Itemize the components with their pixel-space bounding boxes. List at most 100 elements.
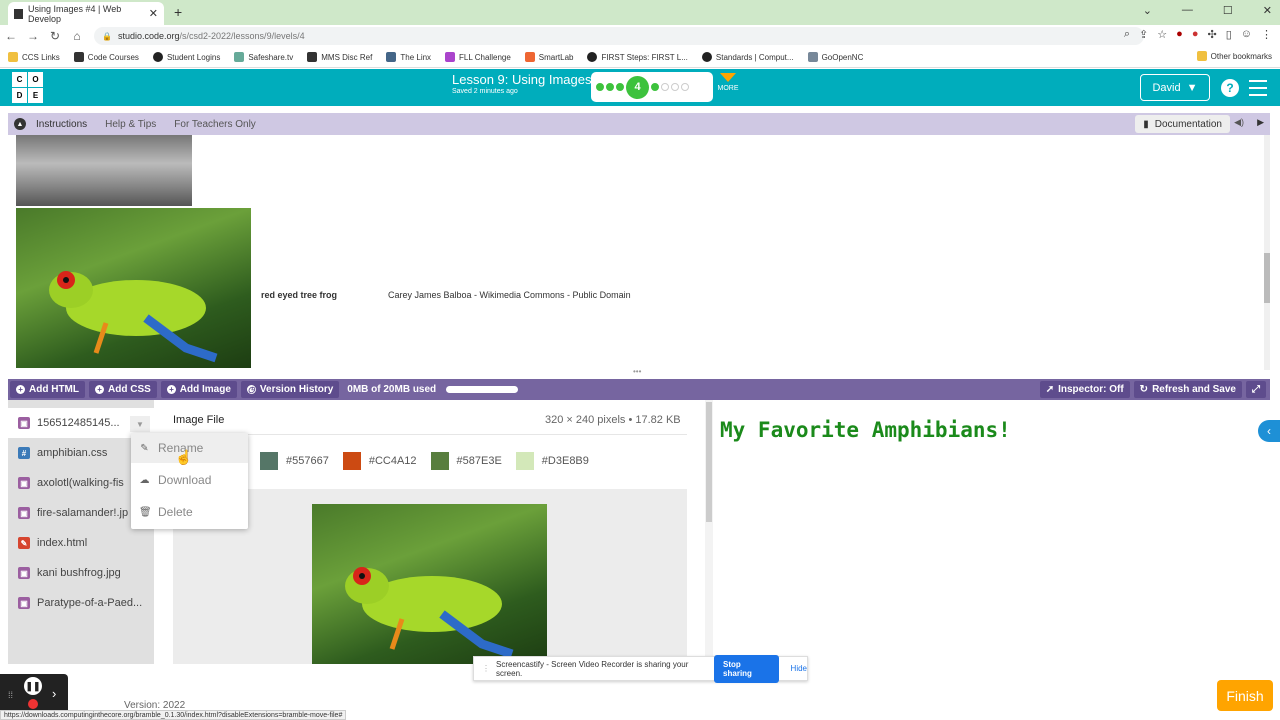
file-item[interactable]: ▣ kani bushfrog.jpg bbox=[8, 558, 154, 588]
site-icon bbox=[386, 52, 397, 62]
plus-icon: + bbox=[166, 385, 176, 394]
url-field[interactable]: 🔒 studio.code.org /s/csd2-2022/lessons/9… bbox=[94, 27, 1144, 45]
user-menu-button[interactable]: David ▼ bbox=[1140, 74, 1210, 101]
delete-menu-item[interactable]: 🗑 Delete bbox=[131, 497, 248, 527]
bookmark-item[interactable]: GoOpenNC bbox=[807, 52, 863, 62]
ublock-icon[interactable]: ● bbox=[1176, 28, 1183, 41]
file-item[interactable]: ▣ Paratype-of-a-Paed... bbox=[8, 588, 154, 618]
documentation-button[interactable]: ▮ Documentation bbox=[1135, 115, 1230, 133]
puzzle-icon[interactable]: ✣ bbox=[1207, 28, 1216, 41]
play-icon[interactable]: ▶ bbox=[1257, 117, 1264, 128]
hide-button[interactable]: Hide bbox=[791, 664, 807, 673]
browser-tab[interactable]: Using Images #4 | Web Develop ✕ bbox=[8, 2, 164, 25]
new-tab-icon[interactable]: + bbox=[174, 4, 182, 20]
add-html-button[interactable]: + Add HTML bbox=[10, 381, 85, 398]
bookmark-item[interactable]: FIRST Steps: FIRST L... bbox=[587, 52, 688, 62]
tab-for-teachers[interactable]: For Teachers Only bbox=[174, 119, 256, 130]
bookmark-item[interactable]: Safeshare.tv bbox=[234, 52, 293, 62]
bookmark-item[interactable]: MMS Disc Ref bbox=[307, 52, 372, 62]
color-swatch[interactable]: #D3E8B9 bbox=[515, 452, 589, 470]
inspector-toggle-button[interactable]: ➚ Inspector: Off bbox=[1039, 381, 1130, 398]
site-icon bbox=[152, 52, 163, 62]
other-bookmarks[interactable]: Other bookmarks bbox=[1196, 51, 1272, 61]
bookmark-item[interactable]: The Linx bbox=[386, 52, 431, 62]
profile-avatar-icon[interactable]: ☺ bbox=[1241, 28, 1252, 41]
url-path: /s/csd2-2022/lessons/9/levels/4 bbox=[179, 31, 305, 41]
collapse-chevron-icon[interactable]: ▲ bbox=[14, 118, 26, 130]
file-item[interactable]: ✎ index.html bbox=[8, 528, 154, 558]
tab-search-icon[interactable]: ⌄ bbox=[1143, 4, 1152, 17]
tab-help-tips[interactable]: Help & Tips bbox=[105, 119, 156, 130]
frog-illustration bbox=[49, 271, 218, 363]
finish-button[interactable]: Finish bbox=[1217, 680, 1273, 711]
viewer-divider bbox=[173, 434, 687, 435]
level-bubble[interactable] bbox=[616, 83, 624, 91]
bookmark-star-icon[interactable]: ☆ bbox=[1157, 28, 1167, 41]
bookmark-item[interactable]: Code Courses bbox=[73, 52, 139, 62]
level-bubble[interactable] bbox=[596, 83, 604, 91]
reload-icon[interactable]: ↻ bbox=[44, 29, 66, 43]
level-bubble[interactable] bbox=[661, 83, 669, 91]
sidepanel-icon[interactable]: ▯ bbox=[1226, 28, 1232, 41]
pause-recording-icon[interactable]: ❚❚ bbox=[24, 677, 42, 695]
refresh-save-button[interactable]: ↻ Refresh and Save bbox=[1133, 381, 1242, 398]
forward-icon[interactable]: → bbox=[22, 29, 44, 43]
bookmark-item[interactable]: CCS Links bbox=[8, 52, 60, 62]
frog-preview-image bbox=[312, 504, 547, 664]
plus-icon: + bbox=[16, 385, 25, 394]
level-bubble[interactable] bbox=[671, 83, 679, 91]
close-window-icon[interactable]: ✕ bbox=[1263, 4, 1272, 17]
code-org-logo[interactable]: C O D E bbox=[12, 72, 43, 103]
back-icon[interactable]: ← bbox=[0, 29, 22, 43]
lock-icon[interactable]: 🔒 bbox=[102, 32, 112, 41]
file-dropdown-arrow-icon[interactable]: ▼ bbox=[130, 416, 150, 432]
bookmark-item[interactable]: FLL Challenge bbox=[445, 52, 511, 62]
minimize-icon[interactable]: — bbox=[1182, 4, 1193, 16]
level-bubble[interactable] bbox=[606, 83, 614, 91]
image-file-icon: ▣ bbox=[18, 477, 30, 489]
bookmark-item[interactable]: Student Logins bbox=[152, 52, 220, 62]
share-icon[interactable]: ⇪ bbox=[1139, 28, 1148, 41]
drag-grip-icon[interactable]: ⁞⁞ bbox=[8, 690, 13, 700]
swatch-color-chip bbox=[515, 452, 534, 470]
color-swatch[interactable]: #557667 bbox=[260, 452, 329, 470]
speaker-icon[interactable]: ◀) bbox=[1234, 117, 1244, 128]
stop-sharing-button[interactable]: Stop sharing bbox=[714, 654, 779, 683]
instructions-scrollbar[interactable] bbox=[1264, 135, 1270, 370]
version-history-button[interactable]: ◷ Version History bbox=[240, 381, 340, 398]
color-swatch[interactable]: #CC4A12 bbox=[342, 452, 417, 470]
fullscreen-icon[interactable]: ⤢ bbox=[1246, 381, 1266, 398]
download-menu-item[interactable]: ☁ Download bbox=[131, 465, 248, 495]
add-css-button[interactable]: + Add CSS bbox=[89, 381, 157, 398]
current-level-bubble[interactable]: 4 bbox=[626, 75, 649, 99]
resize-grip-icon[interactable]: ••• bbox=[633, 368, 647, 376]
level-bubble[interactable] bbox=[651, 83, 659, 91]
zoom-icon[interactable]: ⌕ bbox=[1124, 28, 1130, 41]
bookmark-item[interactable]: SmartLab bbox=[524, 52, 573, 62]
bookmark-item[interactable]: Standards | Comput... bbox=[701, 52, 794, 62]
more-arrow-icon bbox=[720, 73, 736, 82]
maximize-icon[interactable]: ☐ bbox=[1223, 4, 1233, 17]
browser-tab-bar: Using Images #4 | Web Develop ✕ + ⌄ — ☐ … bbox=[0, 0, 1280, 25]
tab-instructions[interactable]: Instructions bbox=[36, 119, 87, 130]
drag-handle-icon[interactable]: ⋮ bbox=[482, 664, 490, 673]
lesson-title[interactable]: Lesson 9: Using Images bbox=[452, 72, 591, 87]
add-image-button[interactable]: + Add Image bbox=[160, 381, 237, 398]
viewer-scrollbar[interactable] bbox=[705, 400, 713, 664]
menu-kebab-icon[interactable]: ⋮ bbox=[1261, 28, 1272, 41]
expand-controls-chevron-icon[interactable]: › bbox=[52, 686, 56, 701]
home-icon[interactable]: ⌂ bbox=[66, 29, 88, 43]
code-org-header: C O D E Lesson 9: Using Images Saved 2 m… bbox=[0, 69, 1280, 106]
storage-usage: 0MB of 20MB used bbox=[347, 384, 437, 395]
more-button[interactable]: MORE bbox=[717, 73, 739, 92]
close-tab-icon[interactable]: ✕ bbox=[149, 7, 158, 20]
extension-icon[interactable]: ● bbox=[1192, 28, 1199, 41]
expand-panel-chevron-icon[interactable]: ‹ bbox=[1258, 420, 1280, 442]
saved-status: Saved 2 minutes ago bbox=[452, 88, 518, 95]
stop-recording-icon[interactable] bbox=[28, 699, 38, 709]
level-bubble[interactable] bbox=[681, 83, 689, 91]
help-icon[interactable]: ? bbox=[1221, 79, 1239, 97]
hamburger-menu-icon[interactable] bbox=[1249, 80, 1267, 96]
color-swatch[interactable]: #587E3E bbox=[430, 452, 502, 470]
css-file-icon: # bbox=[18, 447, 30, 459]
